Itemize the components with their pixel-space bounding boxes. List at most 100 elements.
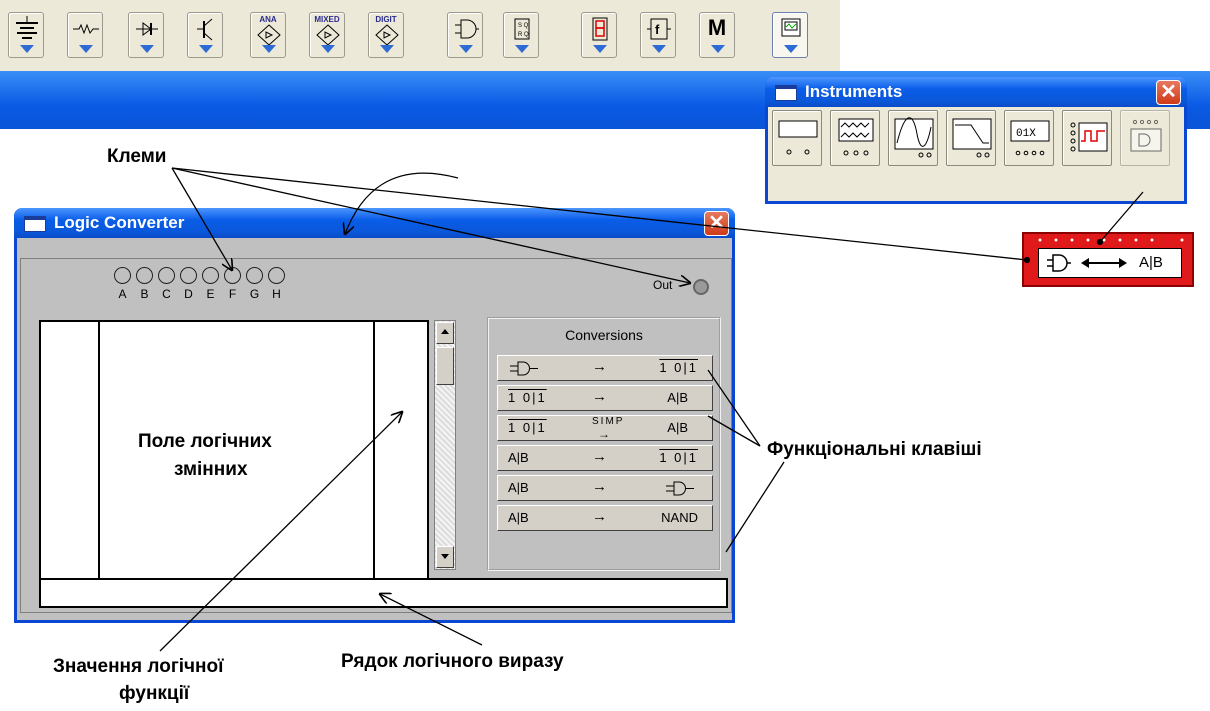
- multimeter-button[interactable]: [772, 110, 822, 166]
- terminal-a[interactable]: A: [114, 267, 131, 301]
- digital-bin-button[interactable]: S Q R Q: [503, 12, 539, 58]
- word-generator-button[interactable]: 01X: [1004, 110, 1054, 166]
- bin-label: M: [707, 15, 727, 40]
- svg-text:S Q: S Q: [518, 23, 529, 29]
- instruments-title-bar[interactable]: Instruments ✕: [765, 77, 1187, 107]
- conversion-source: 1 0|1: [508, 420, 547, 435]
- converter-panel: A B C D E F G H Out Conversions → 1 0|1 …: [20, 258, 732, 613]
- conversion-arrow: →: [592, 388, 607, 405]
- indicators-bin-button[interactable]: [581, 12, 617, 58]
- close-button[interactable]: ✕: [1156, 80, 1181, 105]
- controls-bin-button[interactable]: f: [640, 12, 676, 58]
- transistors-bin-button[interactable]: [187, 12, 223, 58]
- terminal-ring-icon: [202, 267, 219, 284]
- scroll-thumb[interactable]: [436, 347, 454, 385]
- arrow-up-icon: [441, 329, 449, 334]
- logic-converter-title-bar[interactable]: Logic Converter ✕: [14, 208, 735, 238]
- and-gate-icon: [455, 19, 479, 39]
- truth-table-scrollbar[interactable]: [434, 320, 456, 570]
- conversions-title: Conversions: [565, 327, 643, 343]
- flip-flop-icon: S Q R Q: [514, 18, 530, 40]
- gate-icon: [510, 361, 538, 376]
- conversion-arrow: →: [592, 448, 607, 465]
- function-generator-button[interactable]: [830, 110, 880, 166]
- conversion-source: A|B: [508, 450, 529, 465]
- svg-text:01X: 01X: [1016, 128, 1036, 140]
- terminal-g[interactable]: G: [246, 267, 263, 301]
- terminal-label: B: [140, 287, 149, 301]
- window-title: Logic Converter: [54, 213, 185, 232]
- conversion-target: 1 0|1: [659, 360, 698, 375]
- terminal-h[interactable]: H: [268, 267, 285, 301]
- annotation-terminals: Клеми: [107, 146, 167, 167]
- conversion-truth-table-to-simplified-expression[interactable]: 1 0|1 SIMP → A|B: [497, 415, 713, 441]
- expression-input[interactable]: [39, 578, 728, 608]
- analog-ics-bin-button[interactable]: ANA: [250, 12, 286, 58]
- resistor-icon: [73, 23, 99, 35]
- instruments-window: Instruments ✕ 01X: [765, 77, 1187, 204]
- terminal-e[interactable]: E: [202, 267, 219, 301]
- out-terminal[interactable]: [693, 279, 709, 295]
- ground-source-icon: [16, 16, 38, 39]
- logic-gates-bin-button[interactable]: [447, 12, 483, 58]
- conversion-expression-to-nand[interactable]: A|B → NAND: [497, 505, 713, 531]
- terminal-ring-icon: [180, 267, 197, 284]
- dropdown-arrow-icon: [262, 45, 276, 53]
- arrow-down-icon: [441, 554, 449, 559]
- logic-converter-button[interactable]: [1120, 110, 1170, 166]
- scroll-up-button[interactable]: [436, 322, 454, 344]
- terminal-label: E: [206, 287, 215, 301]
- seven-segment-icon: [592, 17, 608, 41]
- conversion-circuit-to-truth-table[interactable]: → 1 0|1: [497, 355, 713, 381]
- dropdown-arrow-icon: [321, 45, 335, 53]
- svg-text:R Q: R Q: [518, 32, 529, 38]
- instruments-bin-button[interactable]: [772, 12, 808, 58]
- oscilloscope-button[interactable]: [888, 110, 938, 166]
- logic-converter-component[interactable]: A|B: [1022, 232, 1194, 287]
- sources-bin-button[interactable]: [8, 12, 44, 58]
- annotation-variables-field-line1: Поле логічних: [138, 431, 272, 452]
- window-title: Instruments: [805, 82, 903, 101]
- dropdown-arrow-icon: [199, 45, 213, 53]
- annotation-function-value-line2: функції: [119, 683, 190, 704]
- window-icon: [24, 216, 46, 232]
- expression-text: A|B: [1139, 254, 1163, 271]
- logic-analyzer-button[interactable]: [1062, 110, 1112, 166]
- close-button[interactable]: ✕: [704, 211, 729, 236]
- logic-converter-window: Logic Converter ✕ A B C D E F G H Out Co…: [14, 208, 735, 623]
- conversion-truth-table-to-expression[interactable]: 1 0|1 → A|B: [497, 385, 713, 411]
- conversion-arrow: →: [592, 508, 607, 525]
- conversion-expression-to-circuit[interactable]: A|B →: [497, 475, 713, 501]
- dropdown-arrow-icon: [140, 45, 154, 53]
- terminal-label: H: [272, 287, 281, 301]
- dropdown-arrow-icon: [79, 45, 93, 53]
- table-divider: [373, 322, 375, 595]
- terminal-d[interactable]: D: [180, 267, 197, 301]
- conversion-target: NAND: [661, 510, 698, 525]
- terminal-label: C: [162, 287, 171, 301]
- diodes-bin-button[interactable]: [128, 12, 164, 58]
- terminal-label: A: [118, 287, 127, 301]
- conversion-arrow: SIMP: [592, 416, 625, 427]
- digital-ics-bin-button[interactable]: DIGIT: [368, 12, 404, 58]
- conversion-expression-to-truth-table[interactable]: A|B → 1 0|1: [497, 445, 713, 471]
- terminal-b[interactable]: B: [136, 267, 153, 301]
- mixed-ics-bin-button[interactable]: MIXED: [309, 12, 345, 58]
- logic-converter-tool-icon: [1130, 119, 1162, 152]
- miscellaneous-bin-button[interactable]: M: [699, 12, 735, 58]
- dropdown-arrow-icon: [459, 45, 473, 53]
- terminal-f[interactable]: F: [224, 267, 241, 301]
- bode-plotter-button[interactable]: [946, 110, 996, 166]
- scroll-down-button[interactable]: [436, 546, 454, 568]
- terminal-ring-icon: [114, 267, 131, 284]
- function-generator-icon: [838, 118, 874, 156]
- basic-bin-button[interactable]: [67, 12, 103, 58]
- annotation-function-value-line1: Значення логічної: [53, 656, 224, 677]
- dropdown-arrow-icon: [515, 45, 529, 53]
- terminal-pins-icon: [1038, 238, 1184, 242]
- terminal-label: F: [228, 287, 237, 301]
- gate-to-expression-icon: [1047, 254, 1127, 272]
- terminal-c[interactable]: C: [158, 267, 175, 301]
- terminal-label: G: [249, 287, 260, 301]
- dropdown-arrow-icon: [593, 45, 607, 53]
